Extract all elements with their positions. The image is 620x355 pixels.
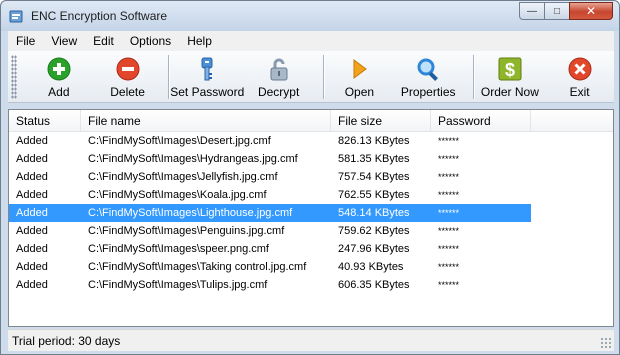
maximize-button[interactable]: □ <box>544 2 570 20</box>
row-file-size: 40.93 KBytes <box>338 261 404 273</box>
dollar-icon: $ <box>498 57 522 81</box>
menu-options[interactable]: Options <box>122 31 179 51</box>
order-now-button[interactable]: $ Order Now <box>475 51 546 103</box>
row-file-size: 762.55 KBytes <box>338 189 410 201</box>
app-window: ENC Encryption Software — □ ✕ File View … <box>0 0 620 355</box>
window-controls: — □ ✕ <box>519 2 613 20</box>
menu-bar: File View Edit Options Help <box>8 31 614 51</box>
close-button[interactable]: ✕ <box>569 2 613 20</box>
decrypt-button[interactable]: Decrypt <box>244 51 313 103</box>
key-icon <box>201 57 213 81</box>
row-file-name: C:\FindMySoft\Images\Penguins.jpg.cmf <box>88 225 285 237</box>
row-file-name: C:\FindMySoft\Images\Jellyfish.jpg.cmf <box>88 171 278 183</box>
app-icon <box>9 10 23 23</box>
open-button[interactable]: Open <box>325 51 394 103</box>
delete-label: Delete <box>110 85 145 99</box>
title-bar[interactable]: ENC Encryption Software — □ ✕ <box>1 1 619 31</box>
padlock-open-icon <box>270 58 288 81</box>
row-file-size: 757.54 KBytes <box>338 171 410 183</box>
row-file-size: 826.13 KBytes <box>338 135 410 147</box>
resize-grip[interactable] <box>600 337 612 349</box>
toolbar-grip[interactable] <box>11 55 17 99</box>
row-status: Added <box>16 207 48 219</box>
row-status: Added <box>16 135 48 147</box>
delete-button[interactable]: Delete <box>99 51 156 103</box>
row-password: ****** <box>438 154 460 164</box>
row-status: Added <box>16 225 48 237</box>
row-password: ****** <box>438 136 460 146</box>
table-row-selected[interactable]: Added C:\FindMySoft\Images\Lighthouse.jp… <box>9 204 531 222</box>
row-password: ****** <box>438 226 460 236</box>
row-password: ****** <box>438 280 460 290</box>
properties-button[interactable]: Properties <box>394 51 463 103</box>
menu-help[interactable]: Help <box>179 31 220 51</box>
play-arrow-icon <box>353 59 368 79</box>
status-text: Trial period: 30 days <box>12 334 121 348</box>
column-filler <box>531 110 613 132</box>
row-status: Added <box>16 261 48 273</box>
svg-text:$: $ <box>505 60 515 80</box>
file-list[interactable]: Status File name File size Password Adde… <box>8 109 614 327</box>
row-password: ****** <box>438 190 460 200</box>
row-file-name: C:\FindMySoft\Images\speer.png.cmf <box>88 243 269 255</box>
table-row[interactable]: Added C:\FindMySoft\Images\Penguins.jpg.… <box>9 222 531 240</box>
row-status: Added <box>16 243 48 255</box>
table-row[interactable]: Added C:\FindMySoft\Images\speer.png.cmf… <box>9 240 531 258</box>
open-label: Open <box>344 85 375 99</box>
window-title: ENC Encryption Software <box>31 9 168 23</box>
row-password: ****** <box>438 244 460 254</box>
table-row[interactable]: Added C:\FindMySoft\Images\Jellyfish.jpg… <box>9 168 531 186</box>
column-file-name[interactable]: File name <box>81 110 331 132</box>
table-row[interactable]: Added C:\FindMySoft\Images\Desert.jpg.cm… <box>9 132 531 150</box>
row-status: Added <box>16 153 48 165</box>
column-password[interactable]: Password <box>431 110 531 132</box>
row-file-name: C:\FindMySoft\Images\Lighthouse.jpg.cmf <box>88 207 293 219</box>
row-file-name: C:\FindMySoft\Images\Desert.jpg.cmf <box>88 135 271 147</box>
list-body: Added C:\FindMySoft\Images\Desert.jpg.cm… <box>9 132 531 294</box>
exit-button[interactable]: Exit <box>545 51 614 103</box>
magnifier-icon <box>417 58 439 81</box>
close-circle-icon <box>568 57 592 81</box>
column-status[interactable]: Status <box>9 110 81 132</box>
menu-view[interactable]: View <box>43 31 85 51</box>
decrypt-label: Decrypt <box>257 85 300 99</box>
add-button[interactable]: Add <box>19 51 99 103</box>
row-file-name: C:\FindMySoft\Images\Koala.jpg.cmf <box>88 189 267 201</box>
row-file-name: C:\FindMySoft\Images\Hydrangeas.jpg.cmf <box>88 153 298 165</box>
plus-circle-icon <box>47 57 71 81</box>
row-file-size: 581.35 KBytes <box>338 153 410 165</box>
menu-file[interactable]: File <box>8 31 43 51</box>
order-now-label: Order Now <box>480 85 539 99</box>
column-file-size[interactable]: File size <box>331 110 431 132</box>
set-password-label: Set Password <box>170 85 245 99</box>
toolbar: Add Delete Set Password Decrypt Open Pro… <box>8 51 614 103</box>
row-file-name: C:\FindMySoft\Images\Taking control.jpg.… <box>88 261 307 273</box>
list-header: Status File name File size Password <box>9 110 613 132</box>
table-row[interactable]: Added C:\FindMySoft\Images\Koala.jpg.cmf… <box>9 186 531 204</box>
exit-label: Exit <box>569 85 590 99</box>
row-file-size: 247.96 KBytes <box>338 243 410 255</box>
properties-label: Properties <box>400 85 456 99</box>
row-password: ****** <box>438 208 460 218</box>
row-file-size: 606.35 KBytes <box>338 279 410 291</box>
table-row[interactable]: Added C:\FindMySoft\Images\Hydrangeas.jp… <box>9 150 531 168</box>
table-row[interactable]: Added C:\FindMySoft\Images\Tulips.jpg.cm… <box>9 276 531 294</box>
row-file-size: 759.62 KBytes <box>338 225 410 237</box>
table-row[interactable]: Added C:\FindMySoft\Images\Taking contro… <box>9 258 531 276</box>
add-label: Add <box>48 85 70 99</box>
minimize-button[interactable]: — <box>519 2 545 20</box>
row-status: Added <box>16 171 48 183</box>
row-file-name: C:\FindMySoft\Images\Tulips.jpg.cmf <box>88 279 268 291</box>
menu-edit[interactable]: Edit <box>85 31 122 51</box>
status-bar: Trial period: 30 days <box>8 329 614 351</box>
row-status: Added <box>16 189 48 201</box>
minus-circle-icon <box>116 57 140 81</box>
row-status: Added <box>16 279 48 291</box>
set-password-button[interactable]: Set Password <box>170 51 244 103</box>
row-password: ****** <box>438 172 460 182</box>
row-password: ****** <box>438 262 460 272</box>
row-file-size: 548.14 KBytes <box>338 207 410 219</box>
